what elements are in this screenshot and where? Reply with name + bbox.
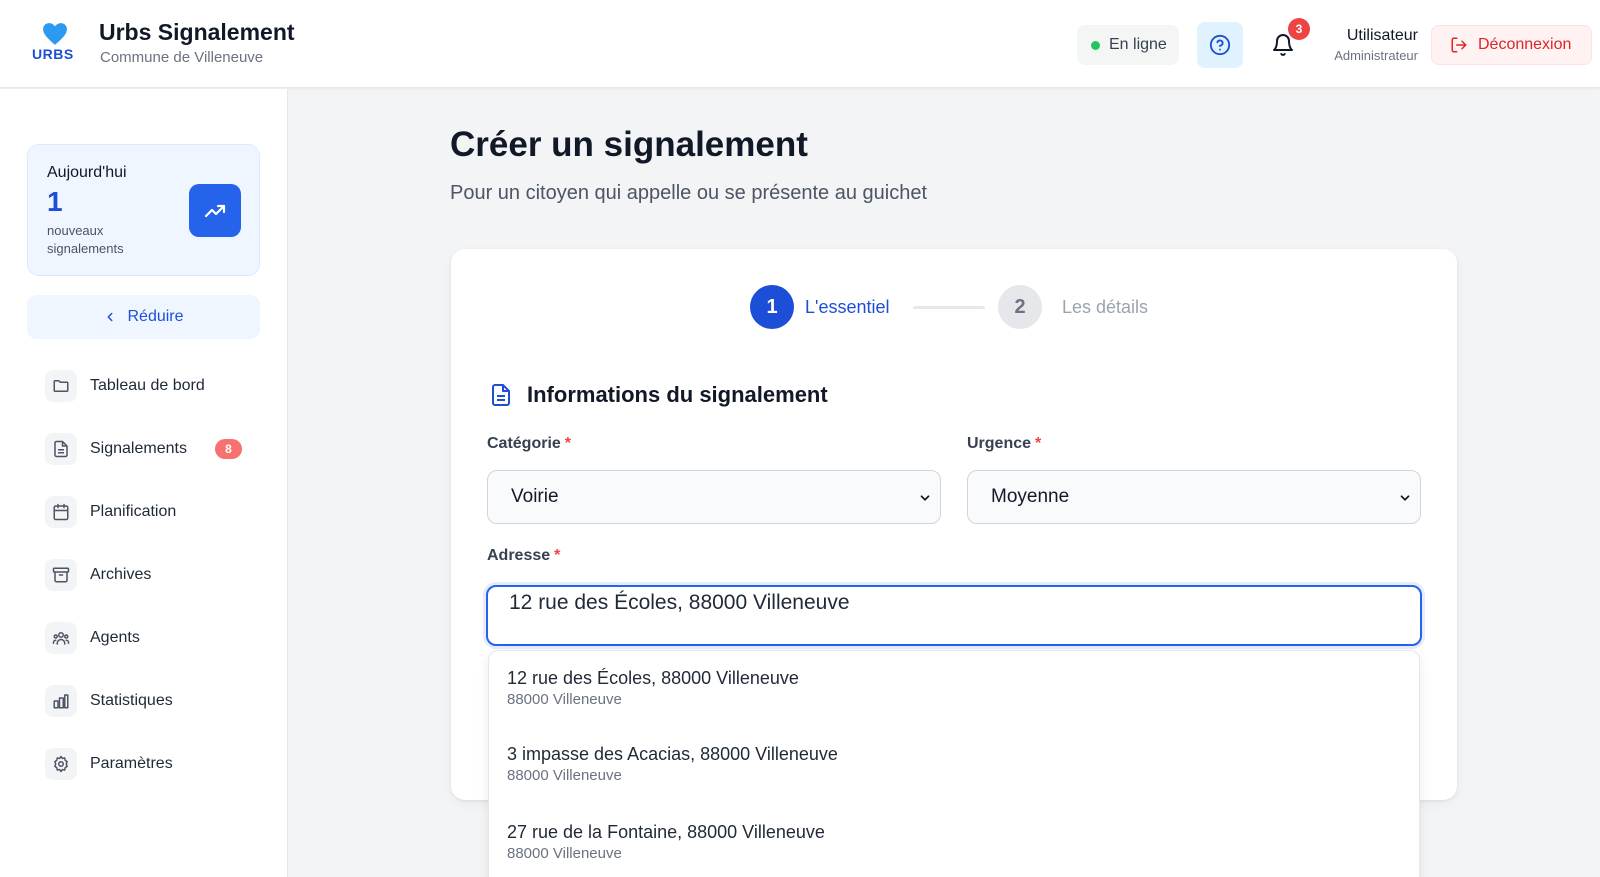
today-stats-card: Aujourd'hui 1 nouveaux signalements [27, 144, 260, 276]
address-input[interactable]: 12 rue des Écoles, 88000 Villeneuve [486, 585, 1422, 646]
sidebar-item-settings[interactable]: Paramètres [27, 732, 260, 795]
sidebar-item-reports[interactable]: Signalements 8 [27, 417, 260, 480]
bar-chart-icon [45, 684, 77, 717]
sidebar-item-agents[interactable]: Agents [27, 606, 260, 669]
logout-icon [1451, 37, 1467, 53]
suggestion-item[interactable]: 12 rue des Écoles, 88000 Villeneuve 8800… [507, 668, 799, 708]
chevron-left-icon [108, 312, 113, 322]
sidebar-item-label: Paramètres [90, 754, 173, 772]
today-sublabel: nouveaux signalements [47, 223, 124, 256]
section-title: Informations du signalement [527, 382, 828, 407]
calendar-icon [45, 495, 77, 528]
sidebar-item-archives[interactable]: Archives [27, 543, 260, 606]
urgency-label: Urgence * [967, 435, 1041, 453]
address-label-text: Adresse [487, 547, 551, 564]
document-icon [45, 432, 77, 465]
suggestion-item[interactable]: 3 impasse des Acacias, 88000 Villeneuve … [507, 744, 838, 784]
help-icon [1209, 34, 1231, 56]
step-1-label[interactable]: L'essentiel [805, 297, 890, 318]
step-1-indicator[interactable]: 1 [750, 285, 794, 329]
step-2-label[interactable]: Les détails [1062, 297, 1148, 318]
suggestion-item[interactable]: 27 rue de la Fontaine, 88000 Villeneuve … [507, 822, 825, 862]
collapse-label: Réduire [127, 308, 184, 325]
heart-icon [43, 23, 67, 45]
trending-up-icon [189, 184, 241, 237]
sidebar-item-planning[interactable]: Planification [27, 480, 260, 543]
sidebar-item-label: Agents [90, 628, 140, 646]
app-subtitle: Commune de Villeneuve [100, 49, 264, 66]
help-button[interactable] [1197, 22, 1243, 68]
step-2-indicator[interactable]: 2 [998, 285, 1042, 329]
sidebar-item-statistics[interactable]: Statistiques [27, 669, 260, 732]
suggestion-city: 88000 Villeneuve [507, 845, 622, 862]
gear-icon [45, 747, 77, 780]
archive-icon [45, 558, 77, 591]
urgency-label-text: Urgence [967, 435, 1032, 452]
sidebar: Aujourd'hui 1 nouveaux signalements Rédu… [0, 89, 288, 877]
sidebar-item-label: Archives [90, 565, 152, 583]
suggestion-address: 27 rue de la Fontaine, 88000 Villeneuve [507, 822, 825, 842]
today-label: Aujourd'hui [47, 164, 127, 181]
suggestion-address: 12 rue des Écoles, 88000 Villeneuve [507, 668, 799, 688]
status-label: En ligne [1109, 36, 1167, 53]
app-header: URBS Urbs Signalement Commune de Villene… [0, 0, 1600, 88]
sidebar-item-dashboard[interactable]: Tableau de bord [27, 354, 260, 417]
app-title: Urbs Signalement [99, 19, 295, 45]
required-mark: * [564, 435, 572, 452]
reports-count-badge: 8 [215, 439, 242, 459]
category-label: Catégorie * [487, 435, 571, 453]
category-label-text: Catégorie [487, 435, 561, 452]
collapse-sidebar-button[interactable]: Réduire [27, 295, 260, 339]
online-status: En ligne [1077, 25, 1179, 65]
step-connector [913, 306, 985, 309]
chevron-down-icon [1400, 495, 1410, 501]
logout-label: Déconnexion [1478, 36, 1572, 53]
chevron-down-icon [920, 495, 930, 501]
user-role: Administrateur [1334, 48, 1418, 63]
category-value: Voirie [511, 486, 559, 507]
today-count: 1 [47, 186, 63, 217]
logout-button[interactable]: Déconnexion [1431, 25, 1592, 65]
user-name: Utilisateur [1346, 27, 1418, 44]
sidebar-item-label: Planification [90, 502, 177, 520]
sidebar-item-label: Tableau de bord [90, 376, 205, 394]
users-icon [45, 621, 77, 654]
sidebar-nav: Tableau de bord Signalements 8 Planifica… [27, 354, 260, 795]
page-subtitle: Pour un citoyen qui appelle ou se présen… [450, 182, 928, 204]
suggestion-address: 3 impasse des Acacias, 88000 Villeneuve [507, 744, 838, 764]
page-title: Créer un signalement [450, 125, 808, 164]
app-logo[interactable]: URBS [30, 22, 78, 66]
sidebar-item-label: Signalements [90, 439, 187, 457]
sidebar-item-label: Statistiques [90, 691, 173, 709]
address-suggestions-dropdown: 12 rue des Écoles, 88000 Villeneuve 8800… [488, 650, 1420, 877]
section-header: Informations du signalement [489, 382, 828, 408]
logo-text: URBS [32, 46, 74, 62]
document-icon [492, 384, 510, 406]
suggestion-city: 88000 Villeneuve [507, 767, 622, 784]
required-mark: * [1035, 435, 1042, 452]
category-select[interactable]: Voirie [487, 470, 941, 524]
suggestion-city: 88000 Villeneuve [507, 691, 622, 708]
notifications-badge: 3 [1288, 18, 1310, 40]
form-stepper: 1 L'essentiel 2 Les détails [750, 285, 1170, 329]
status-dot-icon [1091, 40, 1100, 50]
urgency-value: Moyenne [991, 486, 1070, 507]
folder-icon [45, 369, 77, 402]
required-mark: * [554, 547, 561, 564]
address-label: Adresse * [487, 547, 560, 565]
urgency-select[interactable]: Moyenne [967, 470, 1421, 524]
